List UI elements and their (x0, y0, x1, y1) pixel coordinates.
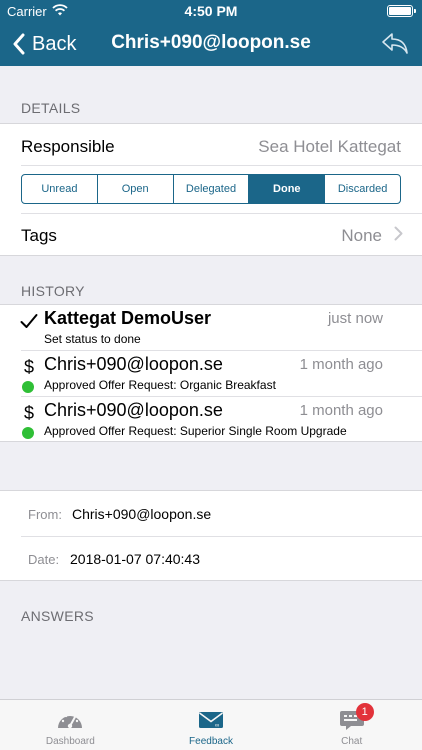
status-option-unread[interactable]: Unread (22, 175, 98, 203)
status-option-discarded[interactable]: Discarded (325, 175, 400, 203)
checkmark-icon (20, 314, 38, 328)
dollar-icon: $ (23, 357, 34, 377)
tab-chat[interactable]: 1 Chat (281, 700, 422, 750)
tab-feedback[interactable]: ∞ Feedback (141, 700, 282, 750)
svg-text:∞: ∞ (215, 723, 219, 729)
status-segmented-control: Unread Open Delegated Done Discarded (21, 174, 401, 204)
envelope-icon: ∞ (199, 712, 223, 729)
responsible-value[interactable]: Sea Hotel Kattegat (258, 137, 401, 157)
gauge-icon (58, 714, 83, 729)
status-dot (22, 427, 34, 439)
reply-icon[interactable] (380, 30, 410, 56)
row-divider (21, 536, 422, 537)
chevron-right-icon (394, 226, 403, 241)
back-label: Back (32, 32, 77, 55)
row-divider (21, 213, 422, 214)
tab-label: Dashboard (45, 736, 95, 747)
history-time: 1 month ago (299, 356, 383, 373)
tags-label: Tags (21, 226, 57, 245)
history-description: Set status to done (44, 332, 141, 346)
message-meta-card: From: Chris+090@loopon.se Date: 2018-01-… (0, 490, 422, 581)
back-button[interactable]: Back (12, 30, 76, 58)
navigation-bar: Carrier 4:50 PM Back Chris+090@loopon.se (0, 0, 422, 66)
history-header: HISTORY (21, 283, 85, 299)
tab-label: Chat (341, 736, 363, 747)
clock: 4:50 PM (184, 3, 238, 19)
notification-badge: 1 (355, 703, 374, 721)
dollar-icon: $ (23, 403, 34, 423)
status-option-open[interactable]: Open (98, 175, 174, 203)
date-label: Date: (28, 552, 60, 567)
from-label: From: (28, 507, 62, 522)
row-divider (21, 165, 422, 166)
history-entry[interactable]: Kattegat DemoUser just now Set status to… (0, 305, 422, 351)
chevron-left-icon (13, 33, 25, 55)
responsible-label: Responsible (21, 137, 115, 156)
history-entry[interactable]: $ Chris+090@loopon.se 1 month ago Approv… (0, 397, 422, 443)
history-author: Chris+090@loopon.se (44, 400, 223, 420)
tab-label: Feedback (189, 736, 233, 747)
from-value[interactable]: Chris+090@loopon.se (72, 506, 211, 522)
date-value: 2018-01-07 07:40:43 (70, 551, 200, 567)
history-description: Approved Offer Request: Organic Breakfas… (44, 378, 276, 392)
page-title: Chris+090@loopon.se (111, 32, 311, 53)
status-option-done[interactable]: Done (249, 175, 326, 203)
history-author: Chris+090@loopon.se (44, 354, 223, 374)
history-author: Kattegat DemoUser (44, 308, 212, 328)
battery-icon (387, 5, 416, 17)
history-card: Kattegat DemoUser just now Set status to… (0, 304, 422, 442)
status-dot (22, 381, 34, 393)
tags-value[interactable]: None (341, 226, 382, 246)
details-header: DETAILS (21, 100, 81, 116)
tab-dashboard[interactable]: Dashboard (0, 700, 141, 750)
tab-bar: Dashboard ∞ Feedback 1 Chat (0, 699, 422, 750)
history-time: 1 month ago (299, 402, 383, 419)
answers-header: ANSWERS (21, 608, 94, 624)
status-bar: Carrier 4:50 PM (0, 0, 422, 22)
history-time: just now (327, 310, 383, 327)
history-description: Approved Offer Request: Superior Single … (44, 424, 347, 438)
history-entry[interactable]: $ Chris+090@loopon.se 1 month ago Approv… (0, 351, 422, 397)
status-option-delegated[interactable]: Delegated (174, 175, 250, 203)
